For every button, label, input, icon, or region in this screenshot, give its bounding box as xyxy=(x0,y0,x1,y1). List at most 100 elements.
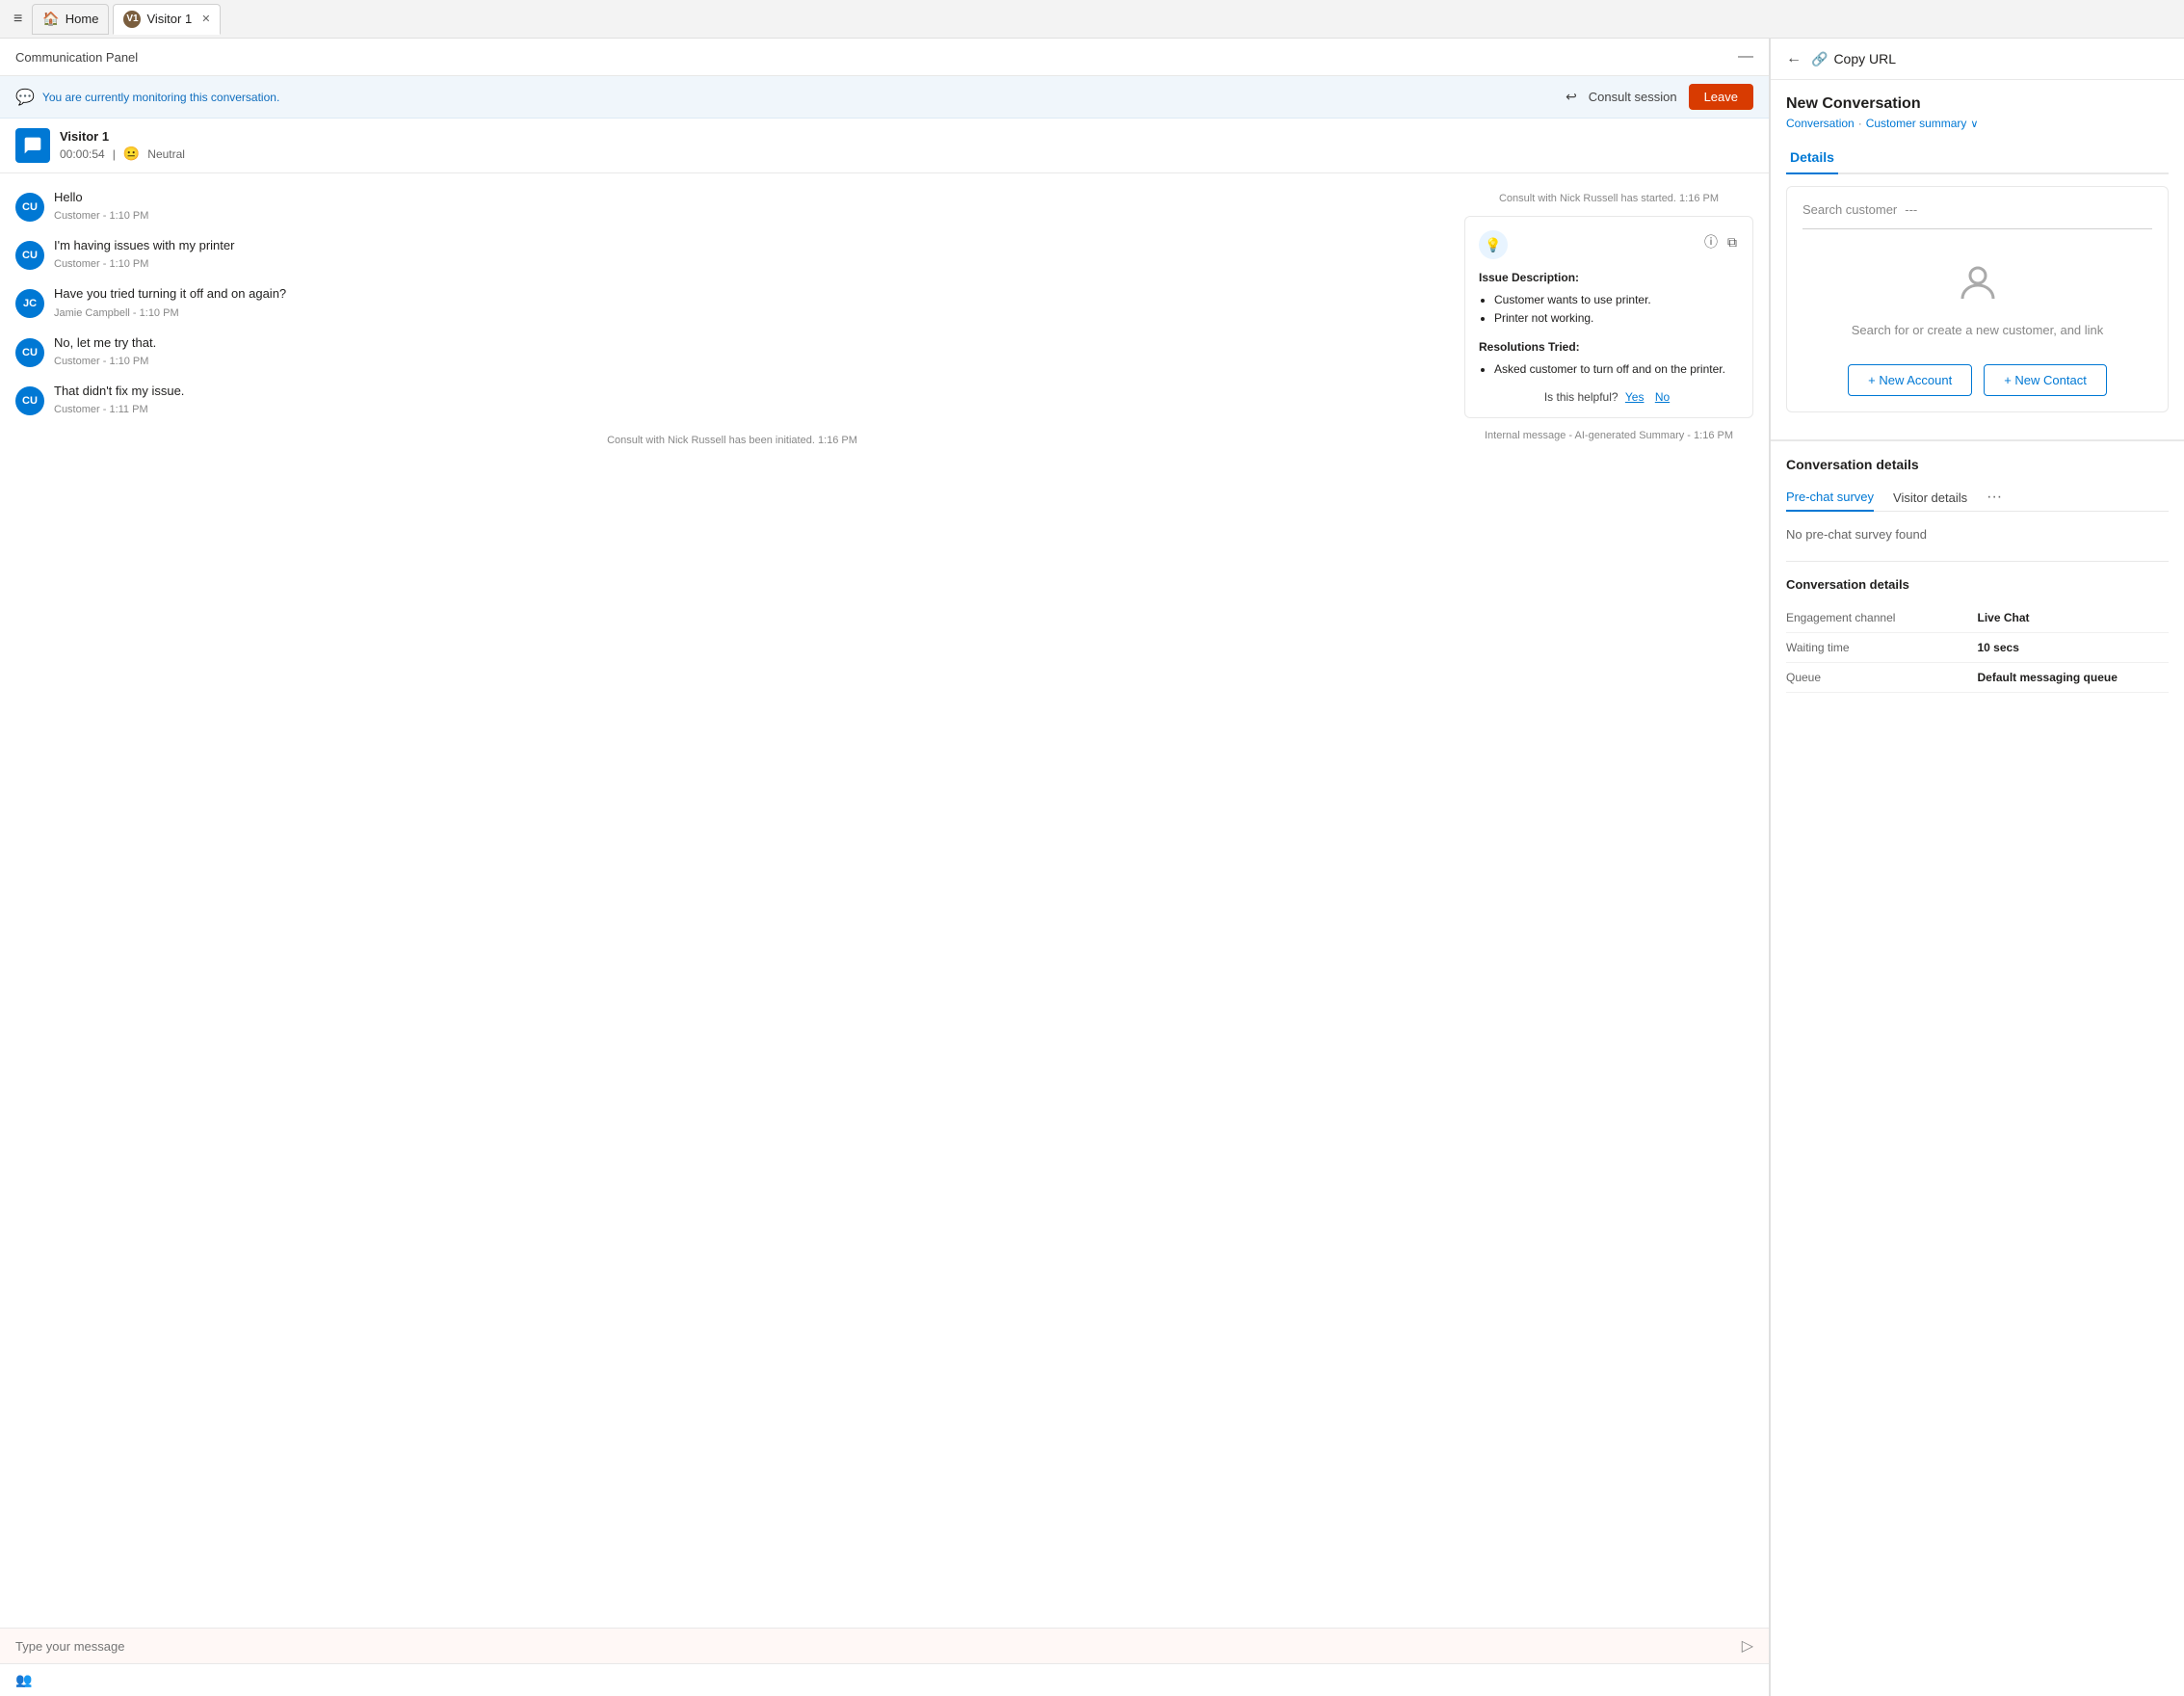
conv-details-tabs: Pre-chat survey Visitor details ··· xyxy=(1786,484,2169,512)
tab-more-icon[interactable]: ··· xyxy=(1987,489,2002,506)
copy-url-icon: 🔗 xyxy=(1811,51,1828,67)
minimize-icon[interactable]: — xyxy=(1738,48,1753,66)
left-panel: Communication Panel — 💬 You are currentl… xyxy=(0,39,1770,1696)
visitor-details: Visitor 1 00:00:54 | 😐 Neutral xyxy=(60,129,185,162)
new-account-button[interactable]: + New Account xyxy=(1848,364,1972,396)
new-conversation-breadcrumb: Conversation · Customer summary ∨ xyxy=(1786,117,2169,130)
msg-content-5: That didn't fix my issue. Customer - 1:1… xyxy=(54,383,184,415)
visitor-name: Visitor 1 xyxy=(60,129,185,144)
prop-row-waiting: Waiting time 10 secs xyxy=(1786,633,2169,663)
msg-meta-2: Customer - 1:10 PM xyxy=(54,258,234,270)
chat-icon xyxy=(23,136,42,155)
details-tab[interactable]: Details xyxy=(1786,142,1838,174)
visitor-info: Visitor 1 00:00:54 | 😐 Neutral xyxy=(0,119,1769,173)
msg-meta-4: Customer - 1:10 PM xyxy=(54,356,156,367)
resolutions-title: Resolutions Tried: xyxy=(1479,338,1739,357)
issue-title: Issue Description: xyxy=(1479,269,1739,287)
msg-content-1: Hello Customer - 1:10 PM xyxy=(54,189,148,222)
sentiment-label: Neutral xyxy=(147,147,185,161)
right-panel-header: ← 🔗 Copy URL xyxy=(1771,39,2184,80)
avatar-cu-5: CU xyxy=(15,386,44,415)
leave-button[interactable]: Leave xyxy=(1689,84,1753,110)
ai-bulb-icon: 💡 xyxy=(1479,230,1508,259)
msg-text-5: That didn't fix my issue. xyxy=(54,383,184,400)
chat-area: CU Hello Customer - 1:10 PM CU I'm havin… xyxy=(0,173,1769,1628)
consult-started-msg: Consult with Nick Russell has started. 1… xyxy=(1464,189,1753,208)
chat-right: Consult with Nick Russell has started. 1… xyxy=(1464,189,1753,1612)
consult-icon: ↩ xyxy=(1566,89,1577,105)
prop-label-queue: Queue xyxy=(1786,671,1978,684)
send-button[interactable]: ▷ xyxy=(1742,1636,1753,1656)
tab-home-label: Home xyxy=(66,12,99,26)
consult-initiated-msg: Consult with Nick Russell has been initi… xyxy=(15,431,1449,450)
breadcrumb-dropdown-icon[interactable]: ∨ xyxy=(1970,118,1978,130)
msg-content-4: No, let me try that. Customer - 1:10 PM xyxy=(54,334,156,367)
issue-bullet-2: Printer not working. xyxy=(1494,309,1739,328)
conv-props-title: Conversation details xyxy=(1786,577,2169,592)
tab-visitor-details[interactable]: Visitor details xyxy=(1893,485,1967,511)
resolution-bullet-1: Asked customer to turn off and on the pr… xyxy=(1494,360,1739,379)
ai-summary-card: 💡 ⓘ ⧉ Issue Description: Customer wants … xyxy=(1464,216,1753,418)
message-group-2: CU I'm having issues with my printer Cus… xyxy=(15,237,1449,270)
tab-close-icon[interactable]: ✕ xyxy=(201,13,210,25)
add-participant-button[interactable]: 👥 xyxy=(15,1672,32,1688)
tab-visitor1[interactable]: V1 Visitor 1 ✕ xyxy=(113,4,221,35)
msg-meta-3: Jamie Campbell - 1:10 PM xyxy=(54,307,286,319)
breadcrumb-conversation[interactable]: Conversation xyxy=(1786,117,1855,130)
message-group-1: CU Hello Customer - 1:10 PM xyxy=(15,189,1449,222)
message-input[interactable] xyxy=(15,1639,1734,1654)
search-dashes: --- xyxy=(1905,202,1917,217)
consult-section: ↩ Consult session Leave xyxy=(1566,84,1753,110)
internal-msg-label: Internal message - AI-generated Summary … xyxy=(1464,426,1753,445)
no-link[interactable]: No xyxy=(1655,390,1670,404)
monitor-chat-icon: 💬 xyxy=(15,88,35,107)
msg-content-3: Have you tried turning it off and on aga… xyxy=(54,285,286,318)
menu-icon[interactable]: ≡ xyxy=(8,7,28,32)
visitor-timer: 00:00:54 xyxy=(60,147,105,161)
message-group-5: CU That didn't fix my issue. Customer - … xyxy=(15,383,1449,415)
resolution-bullets: Asked customer to turn off and on the pr… xyxy=(1494,360,1739,379)
ai-action-buttons: ⓘ ⧉ xyxy=(1702,230,1739,253)
prop-label-waiting: Waiting time xyxy=(1786,641,1978,654)
avatar-cu-4: CU xyxy=(15,338,44,367)
msg-text-1: Hello xyxy=(54,189,148,206)
visitor-separator: | xyxy=(113,147,116,161)
comm-panel-title: Communication Panel xyxy=(15,50,138,65)
ai-info-button[interactable]: ⓘ xyxy=(1702,230,1720,253)
new-conversation-title: New Conversation xyxy=(1786,95,2169,113)
ai-copy-button[interactable]: ⧉ xyxy=(1725,230,1739,253)
sentiment-icon: 😐 xyxy=(123,146,140,162)
copy-url-label[interactable]: Copy URL xyxy=(1833,51,1896,66)
customer-search-row: Search customer --- xyxy=(1802,202,2152,217)
monitor-text: 💬 You are currently monitoring this conv… xyxy=(15,88,279,107)
issue-bullets: Customer wants to use printer. Printer n… xyxy=(1494,291,1739,328)
msg-text-3: Have you tried turning it off and on aga… xyxy=(54,285,286,303)
conv-details-title: Conversation details xyxy=(1786,457,2169,472)
issue-bullet-1: Customer wants to use printer. xyxy=(1494,291,1739,309)
tab-home[interactable]: 🏠 Home xyxy=(32,4,109,35)
details-tab-bar: Details xyxy=(1786,142,2169,174)
customer-empty-text: Search for or create a new customer, and… xyxy=(1852,323,2104,337)
monitor-label: You are currently monitoring this conver… xyxy=(42,91,279,104)
title-bar: ≡ 🏠 Home V1 Visitor 1 ✕ xyxy=(0,0,2184,39)
yes-link[interactable]: Yes xyxy=(1625,390,1645,404)
visitor-avatar xyxy=(15,128,50,163)
prop-value-queue: Default messaging queue xyxy=(1978,671,2170,684)
breadcrumb-separator: · xyxy=(1858,117,1862,130)
ai-summary-header: 💡 ⓘ ⧉ xyxy=(1479,230,1739,259)
visitor-meta: 00:00:54 | 😐 Neutral xyxy=(60,146,185,162)
msg-meta-1: Customer - 1:10 PM xyxy=(54,210,148,222)
prop-value-channel: Live Chat xyxy=(1978,611,2170,624)
avatar-cu-2: CU xyxy=(15,241,44,270)
customer-empty-icon xyxy=(1955,260,2001,315)
customer-empty-state: Search for or create a new customer, and… xyxy=(1802,245,2152,353)
back-button[interactable]: ← xyxy=(1786,50,1802,67)
prop-row-queue: Queue Default messaging queue xyxy=(1786,663,2169,693)
tab-pre-chat-survey[interactable]: Pre-chat survey xyxy=(1786,484,1874,512)
conversation-details-section: Conversation details Pre-chat survey Vis… xyxy=(1771,440,2184,708)
breadcrumb-summary[interactable]: Customer summary xyxy=(1866,117,1967,130)
new-contact-button[interactable]: + New Contact xyxy=(1984,364,2107,396)
message-input-area: ▷ xyxy=(0,1629,1769,1663)
helpful-text: Is this helpful? xyxy=(1544,390,1618,404)
msg-content-2: I'm having issues with my printer Custom… xyxy=(54,237,234,270)
